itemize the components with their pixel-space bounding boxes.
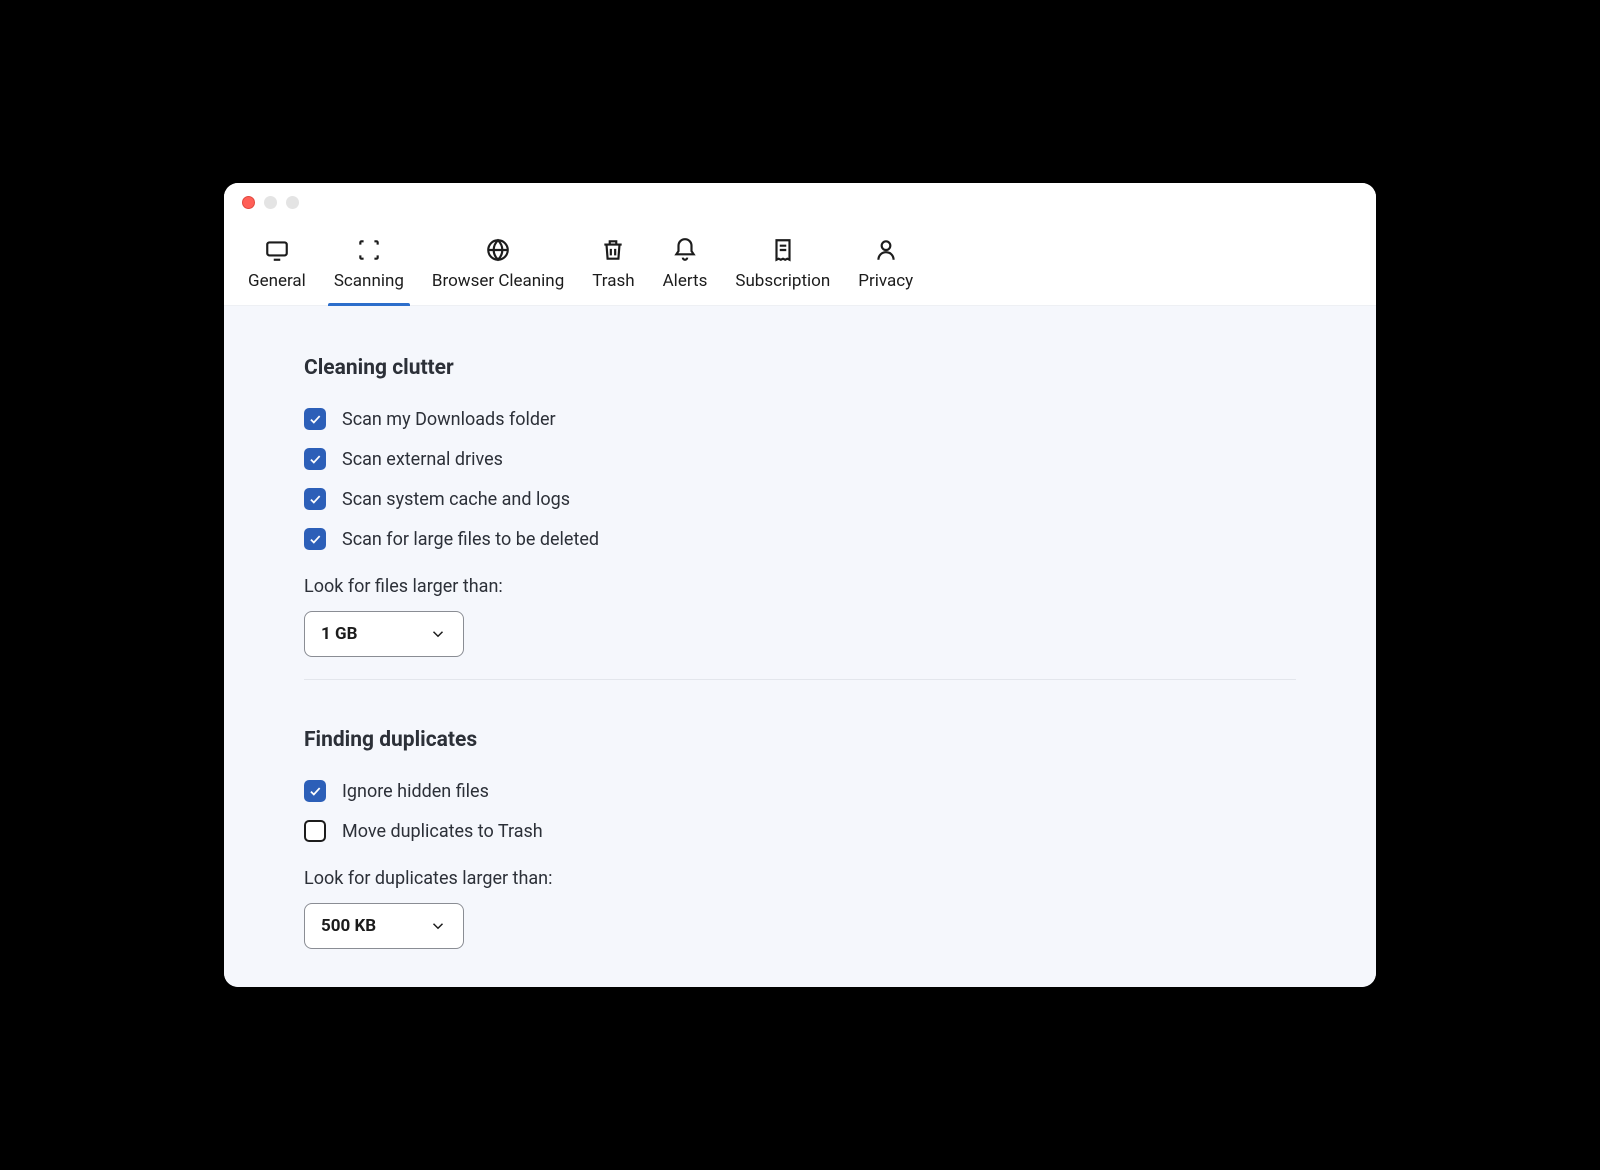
checkbox-label: Scan for large files to be deleted (342, 529, 599, 550)
tab-subscription[interactable]: Subscription (721, 231, 844, 305)
tab-trash[interactable]: Trash (578, 231, 648, 305)
select-value: 500 KB (321, 916, 376, 936)
window-close-button[interactable] (242, 196, 255, 209)
checkbox-label: Ignore hidden files (342, 781, 489, 802)
checkbox-label: Move duplicates to Trash (342, 821, 543, 842)
person-icon (873, 237, 899, 263)
chevron-down-icon (429, 917, 447, 935)
tab-label: Privacy (858, 271, 913, 291)
checkbox[interactable] (304, 780, 326, 802)
checkbox[interactable] (304, 528, 326, 550)
tab-label: Browser Cleaning (432, 271, 564, 291)
tab-general[interactable]: General (234, 231, 320, 305)
option-move-duplicates-to-trash[interactable]: Move duplicates to Trash (304, 820, 1296, 842)
duplicates-size-label: Look for duplicates larger than: (304, 868, 1296, 889)
select-value: 1 GB (321, 624, 357, 644)
receipt-icon (770, 237, 796, 263)
section-title: Finding duplicates (304, 728, 1296, 752)
tab-label: General (248, 271, 306, 291)
checkbox-label: Scan system cache and logs (342, 489, 570, 510)
tab-browser-cleaning[interactable]: Browser Cleaning (418, 231, 578, 305)
monitor-icon (264, 237, 290, 263)
checkbox[interactable] (304, 820, 326, 842)
checkbox-label: Scan external drives (342, 449, 503, 470)
bell-icon (672, 237, 698, 263)
tab-privacy[interactable]: Privacy (844, 231, 927, 305)
tab-bar: General Scanning Browser Cleaning Trash … (224, 221, 1376, 306)
scan-icon (356, 237, 382, 263)
section-divider (304, 679, 1296, 680)
section-finding-duplicates: Finding duplicates Ignore hidden files M… (304, 728, 1296, 949)
option-scan-downloads[interactable]: Scan my Downloads folder (304, 408, 1296, 430)
tab-label: Scanning (334, 271, 404, 291)
preferences-window: General Scanning Browser Cleaning Trash … (224, 183, 1376, 987)
large-files-size-select[interactable]: 1 GB (304, 611, 464, 657)
tab-label: Alerts (663, 271, 708, 291)
tab-alerts[interactable]: Alerts (649, 231, 722, 305)
trash-icon (600, 237, 626, 263)
globe-icon (485, 237, 511, 263)
section-cleaning-clutter: Cleaning clutter Scan my Downloads folde… (304, 356, 1296, 657)
chevron-down-icon (429, 625, 447, 643)
option-ignore-hidden-files[interactable]: Ignore hidden files (304, 780, 1296, 802)
window-titlebar (224, 183, 1376, 221)
option-scan-large-files[interactable]: Scan for large files to be deleted (304, 528, 1296, 550)
checkbox[interactable] (304, 488, 326, 510)
settings-content: Cleaning clutter Scan my Downloads folde… (224, 306, 1376, 987)
duplicates-size-select[interactable]: 500 KB (304, 903, 464, 949)
option-scan-system-cache[interactable]: Scan system cache and logs (304, 488, 1296, 510)
section-title: Cleaning clutter (304, 356, 1296, 380)
window-minimize-button[interactable] (264, 196, 277, 209)
window-zoom-button[interactable] (286, 196, 299, 209)
tab-label: Subscription (735, 271, 830, 291)
checkbox[interactable] (304, 448, 326, 470)
large-files-size-label: Look for files larger than: (304, 576, 1296, 597)
tab-label: Trash (592, 271, 634, 291)
option-scan-external-drives[interactable]: Scan external drives (304, 448, 1296, 470)
checkbox[interactable] (304, 408, 326, 430)
checkbox-label: Scan my Downloads folder (342, 409, 556, 430)
tab-scanning[interactable]: Scanning (320, 231, 418, 305)
